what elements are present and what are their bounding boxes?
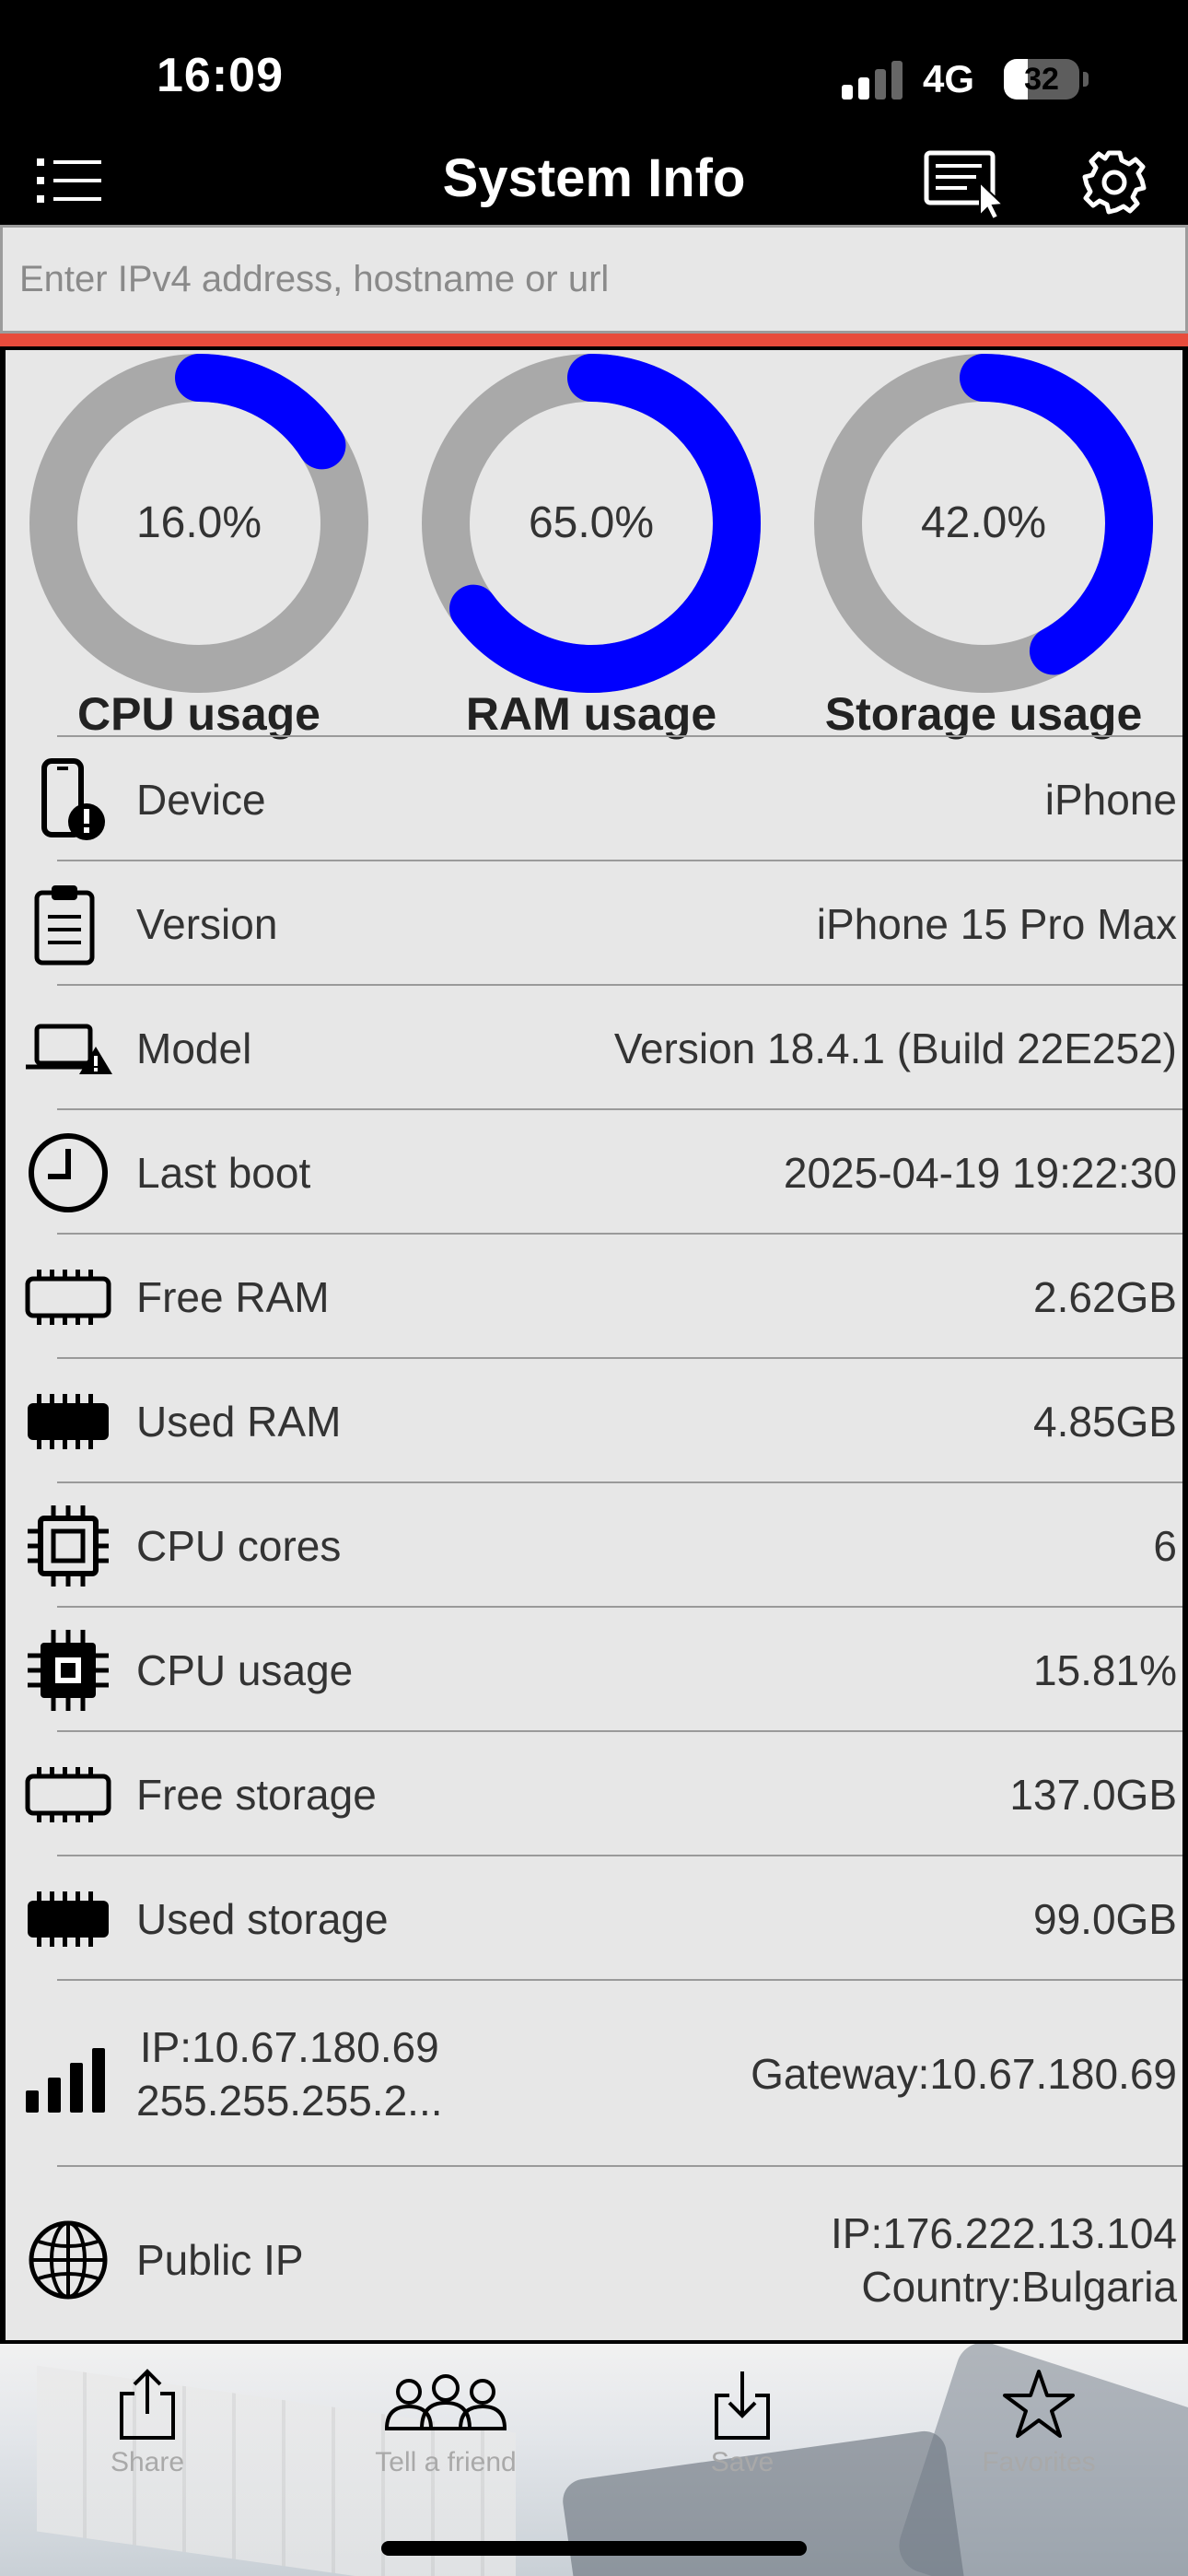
storage-gauge-value: 42.0% — [920, 498, 1047, 547]
row-value: IP:176.222.13.104 Country:Bulgaria — [831, 2167, 1177, 2340]
row-label: Public IP — [136, 2236, 304, 2284]
share-label: Share — [110, 2447, 185, 2477]
row-last-boot[interactable]: Last boot 2025-04-19 19:22:30 — [29, 1108, 1182, 1233]
home-indicator[interactable] — [381, 2541, 807, 2556]
ram-gauge-value: 65.0% — [528, 498, 655, 547]
row-label: IP:10.67.180.69 255.255.255.2... — [136, 1981, 443, 2167]
battery-nub — [1083, 72, 1089, 87]
gear-icon[interactable] — [1077, 146, 1151, 219]
address-input[interactable] — [3, 228, 1185, 331]
row-label: Last boot — [136, 1148, 311, 1197]
people-icon — [384, 2374, 507, 2430]
clock-icon — [29, 1133, 108, 1212]
row-network[interactable]: IP:10.67.180.69 255.255.255.2... Gateway… — [26, 1979, 1182, 2167]
storage-filled-icon — [28, 1891, 109, 1947]
gateway-value: Gateway:10.67.180.69 — [751, 2050, 1177, 2098]
ram-outline-icon — [25, 1270, 111, 1325]
ram-gauge: 65.0% RAM usage — [418, 350, 786, 740]
status-time: 16:09 — [157, 49, 284, 102]
country-value: Country:Bulgaria — [861, 2263, 1177, 2311]
tell-a-friend-label: Tell a friend — [375, 2447, 517, 2477]
share-button[interactable]: Share — [46, 2368, 249, 2506]
signal-bars-icon — [26, 2048, 105, 2113]
row-label: Free storage — [136, 1770, 377, 1819]
row-version[interactable]: Version iPhone 15 Pro Max — [34, 860, 1182, 984]
row-model[interactable]: Model Version 18.4.1 (Build 22E252) — [26, 984, 1182, 1108]
row-free-storage[interactable]: Free storage 137.0GB — [25, 1730, 1182, 1855]
favorites-label: Favorites — [982, 2447, 1096, 2477]
row-value: iPhone 15 Pro Max — [816, 899, 1177, 948]
favorites-button[interactable]: Favorites — [938, 2368, 1140, 2506]
row-label: Free RAM — [136, 1272, 330, 1321]
nav-bar: System Info — [0, 138, 1188, 225]
subnet-mask: 255.255.255.2... — [136, 2077, 443, 2125]
info-list: Device iPhone Version iPhone 15 Pro Max … — [6, 735, 1182, 2340]
network-type: 4G — [923, 57, 975, 100]
row-value: Version 18.4.1 (Build 22E252) — [613, 1024, 1177, 1072]
cpu-outline-icon — [28, 1505, 109, 1587]
row-used-storage[interactable]: Used storage 99.0GB — [28, 1855, 1182, 1979]
row-label: CPU usage — [136, 1645, 354, 1694]
row-cpu-cores[interactable]: CPU cores 6 — [28, 1481, 1182, 1606]
cpu-gauge-label: CPU usage — [77, 688, 320, 740]
row-label: CPU cores — [136, 1521, 342, 1570]
tell-a-friend-button[interactable]: Tell a friend — [344, 2368, 547, 2506]
cpu-filled-icon — [28, 1630, 109, 1711]
row-value: iPhone — [1044, 775, 1177, 824]
clipboard-icon — [34, 885, 95, 966]
gauges: 16.0% CPU usage 65.0% RAM usage 42.0% St… — [6, 350, 1182, 740]
row-used-ram[interactable]: Used RAM 4.85GB — [28, 1357, 1182, 1481]
battery-percent: 32 — [1024, 62, 1059, 97]
page-title: System Info — [442, 148, 746, 208]
battery-icon: 32 — [1004, 59, 1079, 100]
row-label: Model — [136, 1024, 252, 1072]
row-value: 6 — [1153, 1521, 1177, 1570]
phone-alert-icon — [41, 758, 105, 840]
row-free-ram[interactable]: Free RAM 2.62GB — [25, 1233, 1182, 1357]
globe-icon — [29, 2220, 108, 2300]
share-icon — [120, 2369, 175, 2440]
storage-gauge: 42.0% Storage usage — [810, 350, 1179, 740]
laptop-warning-icon — [26, 1024, 112, 1074]
storage-gauge-label: Storage usage — [824, 688, 1143, 740]
ip-address: IP:10.67.180.69 — [139, 2023, 439, 2071]
cpu-gauge: 16.0% CPU usage — [26, 350, 394, 740]
row-value: 137.0GB — [1009, 1770, 1177, 1819]
save-label: Save — [710, 2447, 775, 2477]
accent-divider — [0, 334, 1188, 346]
storage-outline-icon — [25, 1767, 111, 1822]
save-button[interactable]: Save — [641, 2368, 844, 2506]
row-label: Used storage — [136, 1894, 389, 1943]
row-label: Version — [136, 899, 278, 948]
log-cursor-icon[interactable] — [921, 146, 1009, 219]
row-cpu-usage[interactable]: CPU usage 15.81% — [28, 1606, 1182, 1730]
status-bar: 16:09 4G 32 — [0, 0, 1188, 138]
row-value: 15.81% — [1032, 1645, 1177, 1694]
public-ip-value: IP:176.222.13.104 — [831, 2209, 1177, 2257]
row-value: 99.0GB — [1033, 1894, 1177, 1943]
info-panel: 16.0% CPU usage 65.0% RAM usage 42.0% St… — [2, 346, 1186, 2344]
row-value: 2025-04-19 19:22:30 — [783, 1148, 1177, 1197]
row-public-ip[interactable]: Public IP IP:176.222.13.104 Country:Bulg… — [29, 2165, 1182, 2340]
row-device[interactable]: Device iPhone — [41, 735, 1182, 860]
star-icon — [1003, 2370, 1075, 2438]
row-label: Device — [136, 775, 266, 824]
save-download-icon — [715, 2371, 770, 2440]
cellular-signal-icon — [842, 61, 903, 100]
ram-gauge-label: RAM usage — [465, 688, 717, 740]
row-value: 4.85GB — [1033, 1397, 1177, 1446]
cpu-gauge-value: 16.0% — [135, 498, 262, 547]
row-value: 2.62GB — [1033, 1272, 1177, 1321]
row-label: Used RAM — [136, 1397, 342, 1446]
search-box — [0, 225, 1188, 334]
ram-filled-icon — [28, 1394, 109, 1449]
